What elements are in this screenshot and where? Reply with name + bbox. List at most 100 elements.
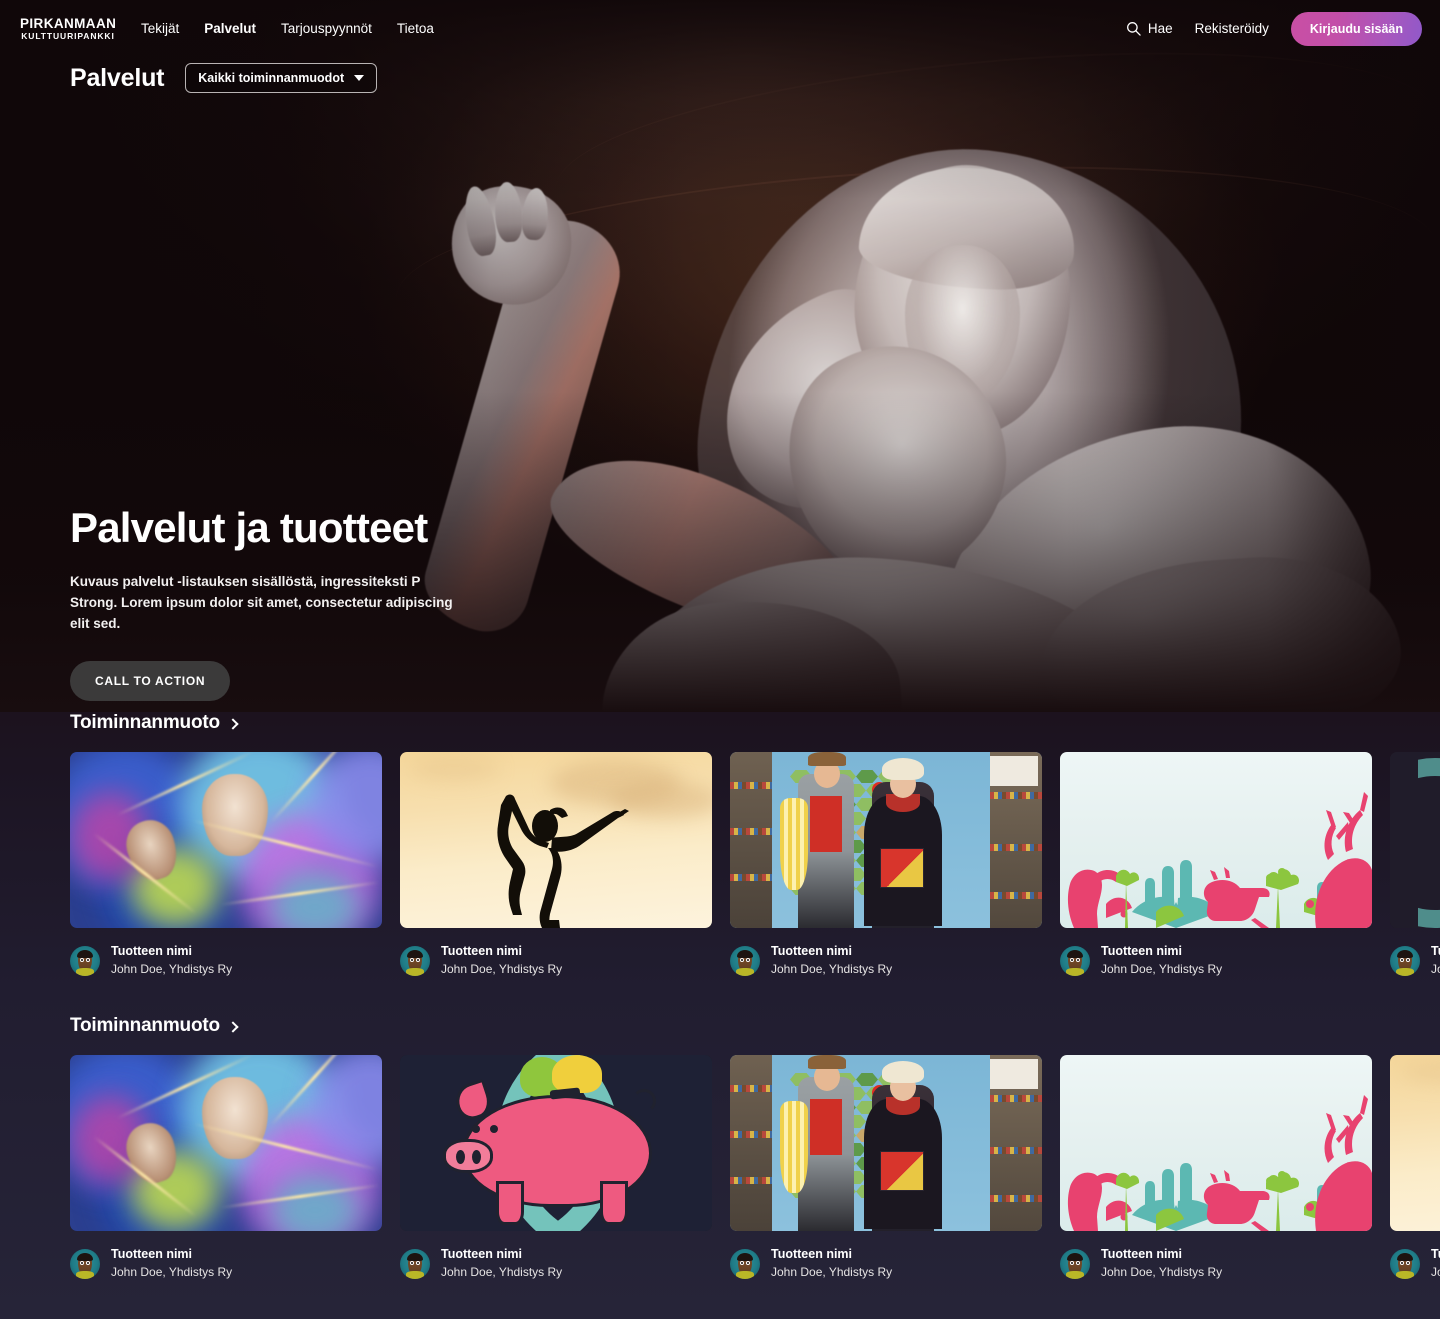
activity-type-filter-dropdown[interactable]: Kaikki toiminnanmuodot [185, 63, 378, 93]
card-title: Tuotteen nimi [1431, 1247, 1440, 1261]
card-title: Tuotteen nimi [111, 1247, 193, 1261]
product-card[interactable]: Tuotteen nimi John Doe, Yhdistys Ry [400, 1055, 712, 1281]
card-author: John Doe, Yhdistys Ry [441, 1264, 563, 1279]
performer-left [780, 1055, 854, 1231]
card-thumbnail[interactable] [400, 1055, 712, 1231]
card-thumbnail[interactable] [1390, 752, 1440, 928]
avatar [730, 1248, 760, 1279]
card-meta: Tuotteen nimi John Doe, Yhdistys Ry [1390, 1246, 1440, 1281]
card-meta: Tuotteen nimi John Doe, Yhdistys Ry [400, 943, 712, 978]
sanojen-saari-sign [990, 756, 1038, 786]
login-button[interactable]: Kirjaudu sisään [1290, 11, 1422, 46]
section-heading-link-1[interactable]: Toiminnanmuoto [70, 712, 239, 734]
costumed-performers-photo [730, 752, 1042, 928]
card-title: Tuotteen nimi [1431, 944, 1440, 958]
product-card[interactable]: Tuotteen nimi John Doe, Yhdistys Ry [1390, 1055, 1440, 1281]
avatar [70, 945, 100, 976]
card-title: Tuotteen nimi [111, 944, 193, 958]
product-card[interactable]: Tuotteen nimi John Doe, Yhdistys Ry [400, 752, 712, 978]
section-title: Toiminnanmuoto [70, 1015, 220, 1036]
card-meta: Tuotteen nimi John Doe, Yhdistys Ry [1060, 1246, 1372, 1281]
avatar [1390, 945, 1420, 976]
card-title: Tuotteen nimi [1101, 944, 1183, 958]
avatar [400, 945, 430, 976]
card-meta: Tuotteen nimi John Doe, Yhdistys Ry [1060, 943, 1372, 978]
hero-content: Palvelut ja tuotteet Kuvaus palvelut -li… [70, 504, 540, 701]
card-author: John Doe, Yhdistys Ry [1431, 1264, 1440, 1279]
hero-heading: Palvelut ja tuotteet [70, 504, 428, 551]
chevron-right-icon [227, 717, 239, 730]
card-thumbnail[interactable] [1390, 1055, 1440, 1231]
chevron-down-icon [354, 75, 365, 81]
card-title: Tuotteen nimi [1101, 1247, 1183, 1261]
product-card[interactable]: Tuotteen nimi John Doe, Yhdistys Ry [1060, 1055, 1372, 1281]
card-author: John Doe, Yhdistys Ry [1101, 1264, 1223, 1279]
search-button[interactable]: Hae [1126, 21, 1173, 36]
dancer-silhouette-photo [400, 752, 712, 928]
site-logo[interactable]: PIRKANMAAN KULTTUURIPANKKI [20, 15, 117, 41]
card-thumbnail[interactable] [70, 752, 382, 928]
sanojen-saari-sign [990, 1059, 1038, 1089]
performer-left [780, 752, 854, 928]
section-heading-link-2[interactable]: Toiminnanmuoto [70, 1015, 239, 1037]
chevron-right-icon [227, 1020, 239, 1033]
card-meta: Tuotteen nimi John Doe, Yhdistys Ry [400, 1246, 712, 1281]
card-title: Tuotteen nimi [771, 1247, 853, 1261]
nav-item-tekijat[interactable]: Tekijät [141, 21, 179, 36]
card-author: John Doe, Yhdistys Ry [1101, 961, 1223, 976]
avatar [730, 945, 760, 976]
card-thumbnail[interactable] [1060, 1055, 1372, 1231]
card-carousel-1[interactable]: Tuotteen nimi John Doe, Yhdistys Ry Tuot… [0, 752, 1440, 978]
card-thumbnail[interactable] [730, 752, 1042, 928]
sub-header: Palvelut Kaikki toiminnanmuodot [70, 63, 378, 93]
neon-lights-photo [70, 752, 382, 928]
card-meta: Tuotteen nimi John Doe, Yhdistys Ry [70, 1246, 382, 1281]
product-card[interactable]: Tuotteen nimi John Doe, Yhdistys Ry [730, 752, 1042, 978]
card-meta: Tuotteen nimi John Doe, Yhdistys Ry [1390, 943, 1440, 978]
section-title: Toiminnanmuoto [70, 712, 220, 733]
card-author: John Doe, Yhdistys Ry [771, 961, 893, 976]
section-toiminnanmuoto-2: Toiminnanmuoto Tuotteen nimi John Doe, Y… [0, 1015, 1440, 1281]
card-thumbnail[interactable] [70, 1055, 382, 1231]
hero-description: Kuvaus palvelut -listauksen sisällöstä, … [70, 574, 453, 631]
card-author: John Doe, Yhdistys Ry [771, 1264, 893, 1279]
nav-item-tietoa[interactable]: Tietoa [397, 21, 434, 36]
card-author: John Doe, Yhdistys Ry [1431, 961, 1440, 976]
nav-right-group: Hae Rekisteröidy Kirjaudu sisään [1126, 11, 1422, 46]
card-title: Tuotteen nimi [441, 1247, 523, 1261]
section-toiminnanmuoto-1: Toiminnanmuoto Tuotteen nimi John Doe, Y… [0, 712, 1440, 978]
card-author: John Doe, Yhdistys Ry [111, 961, 233, 976]
register-link[interactable]: Rekisteröidy [1195, 21, 1269, 36]
dancer-silhouette-photo [1390, 1055, 1440, 1231]
top-navigation-bar: PIRKANMAAN KULTTUURIPANKKI Tekijät Palve… [0, 0, 1440, 57]
card-thumbnail[interactable] [730, 1055, 1042, 1231]
avatar [1060, 945, 1090, 976]
card-author: John Doe, Yhdistys Ry [441, 961, 563, 976]
card-thumbnail[interactable] [1060, 752, 1372, 928]
nature-animals-illustration [1060, 752, 1372, 928]
logo-line-2: KULTTUURIPANKKI [21, 31, 115, 41]
call-to-action-button[interactable]: CALL TO ACTION [70, 660, 231, 701]
costumed-performers-photo [730, 1055, 1042, 1231]
nav-item-palvelut[interactable]: Palvelut [204, 21, 256, 36]
nav-item-tarjouspyynnot[interactable]: Tarjouspyynnöt [281, 21, 372, 36]
logo-line-1: PIRKANMAAN [20, 15, 117, 31]
product-card[interactable]: Tuotteen nimi John Doe, Yhdistys Ry [1390, 752, 1440, 978]
filter-selected-value: Kaikki toiminnanmuodot [198, 71, 345, 85]
avatar [400, 1248, 430, 1279]
product-card[interactable]: Tuotteen nimi John Doe, Yhdistys Ry [730, 1055, 1042, 1281]
neon-lights-photo [70, 1055, 382, 1231]
nature-animals-illustration [1060, 1055, 1372, 1231]
avatar [70, 1248, 100, 1279]
product-card[interactable]: Tuotteen nimi John Doe, Yhdistys Ry [70, 752, 382, 978]
card-title: Tuotteen nimi [441, 944, 523, 958]
card-thumbnail[interactable] [400, 752, 712, 928]
avatar [1390, 1248, 1420, 1279]
performer-right [864, 1061, 942, 1231]
card-author: John Doe, Yhdistys Ry [111, 1264, 233, 1279]
card-meta: Tuotteen nimi John Doe, Yhdistys Ry [730, 1246, 1042, 1281]
card-meta: Tuotteen nimi John Doe, Yhdistys Ry [730, 943, 1042, 978]
product-card[interactable]: Tuotteen nimi John Doe, Yhdistys Ry [70, 1055, 382, 1281]
product-card[interactable]: Tuotteen nimi John Doe, Yhdistys Ry [1060, 752, 1372, 978]
card-carousel-2[interactable]: Tuotteen nimi John Doe, Yhdistys Ry Tuot… [0, 1055, 1440, 1281]
